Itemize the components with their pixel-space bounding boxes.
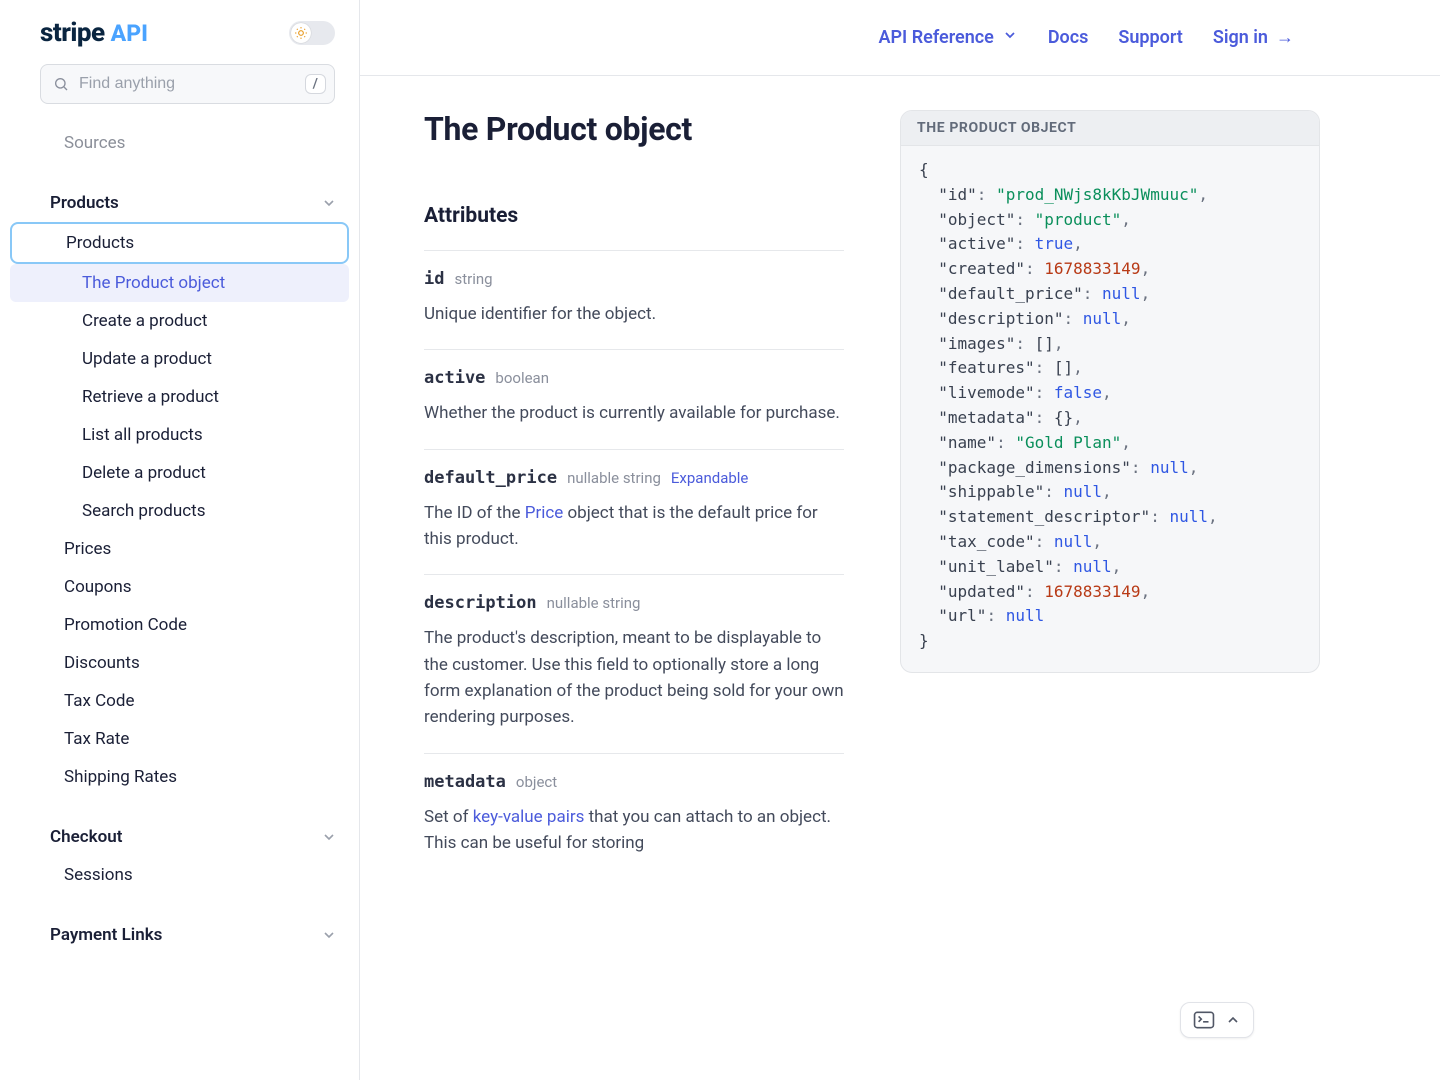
attribute-name: id	[424, 269, 444, 289]
attribute-desc: Unique identifier for the object.	[424, 301, 844, 327]
sidebar-item-create-product[interactable]: Create a product	[10, 302, 349, 340]
sidebar-label: Prices	[64, 539, 111, 559]
content-left: The Product object Attributes id string Un…	[424, 110, 844, 878]
shell-launcher[interactable]	[1180, 1002, 1254, 1038]
sidebar-label: Sessions	[64, 865, 133, 885]
sidebar-item-delete-product[interactable]: Delete a product	[10, 454, 349, 492]
inline-link[interactable]: key-value pairs	[473, 807, 585, 827]
sidebar-label: Products	[50, 193, 119, 213]
sidebar-label: Products	[66, 233, 134, 253]
nav-label: Sign in	[1213, 27, 1268, 48]
attribute-type: nullable string	[567, 469, 661, 487]
nav-label: Docs	[1048, 27, 1089, 48]
sun-icon	[291, 23, 311, 43]
chevron-up-icon	[1225, 1012, 1241, 1028]
search-icon	[53, 76, 69, 92]
sidebar-label: Tax Code	[64, 691, 134, 711]
sidebar-item-sources[interactable]: Sources	[10, 124, 349, 162]
sidebar-label: Promotion Code	[64, 615, 187, 635]
sidebar-label: Discounts	[64, 653, 140, 673]
chevron-down-icon	[321, 195, 337, 211]
search-input-wrap[interactable]: /	[40, 64, 335, 104]
sidebar-item-tax-rate[interactable]: Tax Rate	[10, 720, 349, 758]
sidebar-label: List all products	[82, 425, 203, 445]
sidebar-section-products[interactable]: Products	[10, 184, 349, 222]
nav-api-reference[interactable]: API Reference	[878, 27, 1017, 48]
search-shortcut: /	[305, 74, 326, 94]
attribute-row: description nullable string The product's …	[424, 574, 844, 752]
chevron-down-icon	[321, 927, 337, 943]
sidebar-label: Coupons	[64, 577, 132, 597]
sidebar-label: Update a product	[82, 349, 212, 369]
attribute-type: string	[454, 270, 492, 288]
attribute-name: default_price	[424, 468, 557, 488]
attribute-desc: The product's description, meant to be d…	[424, 625, 844, 730]
sidebar-item-prices[interactable]: Prices	[10, 530, 349, 568]
nav-label: API Reference	[878, 27, 993, 48]
attribute-type: boolean	[495, 369, 549, 387]
sidebar-item-shipping-rates[interactable]: Shipping Rates	[10, 758, 349, 796]
code-body[interactable]: { "id": "prod_NWjs8kKbJWmuuc", "object":…	[901, 146, 1319, 672]
theme-toggle[interactable]	[289, 21, 335, 45]
sidebar-item-search-products[interactable]: Search products	[10, 492, 349, 530]
sidebar-nav: Sources Products Products The Product ob…	[0, 110, 359, 954]
sidebar-item-update-product[interactable]: Update a product	[10, 340, 349, 378]
topbar: API Reference Docs Support Sign in →	[360, 0, 1440, 76]
sidebar-label: Retrieve a product	[82, 387, 219, 407]
attribute-row: active boolean Whether the product is curr…	[424, 349, 844, 448]
code-panel-title: THE PRODUCT OBJECT	[901, 111, 1319, 146]
terminal-icon	[1193, 1011, 1215, 1029]
sidebar-label: Sources	[64, 133, 125, 153]
sidebar-label: Delete a product	[82, 463, 206, 483]
sidebar-section-payment-links[interactable]: Payment Links	[10, 916, 349, 954]
nav-label: Support	[1118, 27, 1182, 48]
sidebar-label: The Product object	[82, 273, 225, 293]
chevron-down-icon	[321, 829, 337, 845]
attribute-name: active	[424, 368, 485, 388]
logo[interactable]: stripe API	[40, 18, 148, 48]
sidebar-item-retrieve-product[interactable]: Retrieve a product	[10, 378, 349, 416]
arrow-right-icon: →	[1276, 27, 1294, 48]
main: API Reference Docs Support Sign in → The…	[360, 0, 1440, 1080]
code-panel: THE PRODUCT OBJECT { "id": "prod_NWjs8kK…	[900, 110, 1320, 673]
sidebar-label: Tax Rate	[64, 729, 129, 749]
attribute-row: id string Unique identifier for the object…	[424, 250, 844, 349]
sidebar-item-list-products[interactable]: List all products	[10, 416, 349, 454]
sidebar-section-checkout[interactable]: Checkout	[10, 818, 349, 856]
sidebar-item-discounts[interactable]: Discounts	[10, 644, 349, 682]
attribute-name: metadata	[424, 772, 506, 792]
sidebar-item-coupons[interactable]: Coupons	[10, 568, 349, 606]
sidebar-label: Checkout	[50, 827, 122, 847]
attribute-type: nullable string	[547, 594, 641, 612]
attribute-desc: Set of key-value pairs that you can atta…	[424, 804, 844, 857]
content-right: THE PRODUCT OBJECT { "id": "prod_NWjs8kK…	[900, 110, 1400, 878]
logo-stripe: stripe	[40, 18, 105, 48]
nav-docs[interactable]: Docs	[1048, 27, 1089, 48]
search-input[interactable]	[77, 74, 297, 94]
inline-link[interactable]: Price	[525, 503, 564, 523]
sidebar-item-products[interactable]: Products	[10, 222, 349, 264]
sidebar-label: Payment Links	[50, 925, 162, 945]
logo-api: API	[111, 20, 148, 47]
attribute-row: metadata object Set of key-value pairs tha…	[424, 753, 844, 879]
attribute-desc: Whether the product is currently availab…	[424, 400, 844, 426]
sidebar: stripe API / Sources Products	[0, 0, 360, 1080]
sidebar-item-sessions[interactable]: Sessions	[10, 856, 349, 894]
attribute-name: description	[424, 593, 537, 613]
attributes-heading: Attributes	[424, 204, 844, 228]
sidebar-item-tax-code[interactable]: Tax Code	[10, 682, 349, 720]
attribute-type: object	[516, 773, 557, 791]
sidebar-label: Search products	[82, 501, 205, 521]
sidebar-label: Create a product	[82, 311, 207, 331]
chevron-down-icon	[1002, 27, 1018, 48]
page-title: The Product object	[424, 110, 844, 148]
expandable-badge[interactable]: Expandable	[671, 469, 748, 487]
nav-support[interactable]: Support	[1118, 27, 1182, 48]
attribute-desc: The ID of the Price object that is the d…	[424, 500, 844, 553]
sidebar-item-product-object[interactable]: The Product object	[10, 264, 349, 302]
nav-sign-in[interactable]: Sign in →	[1213, 27, 1294, 48]
sidebar-label: Shipping Rates	[64, 767, 177, 787]
attribute-row: default_price nullable string Expandable Th…	[424, 449, 844, 575]
sidebar-item-promotion-code[interactable]: Promotion Code	[10, 606, 349, 644]
